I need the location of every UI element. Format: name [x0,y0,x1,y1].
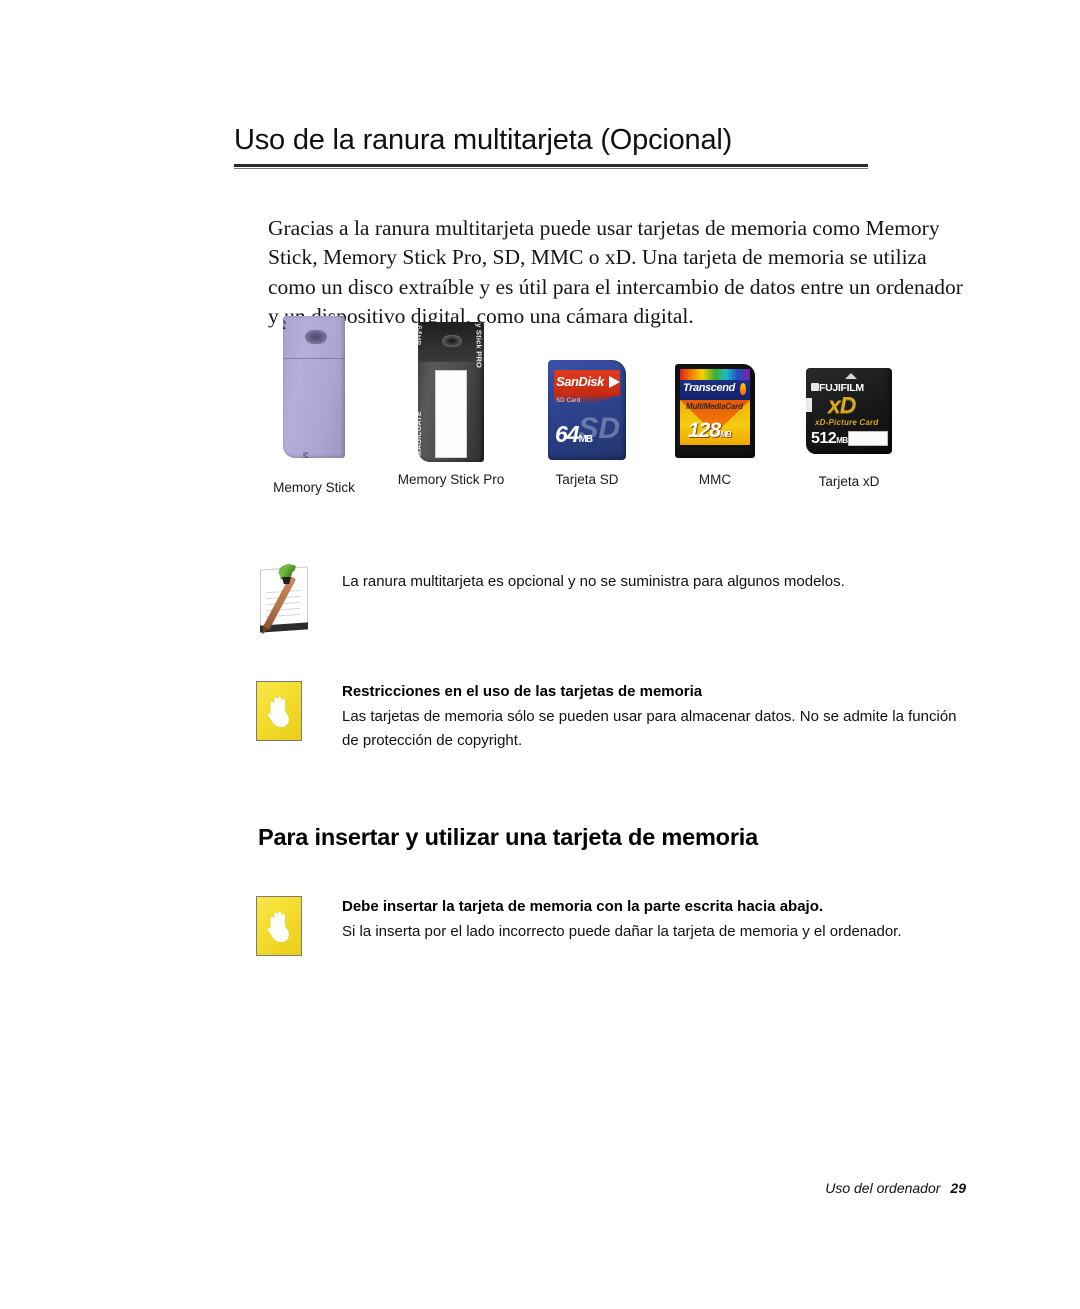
multimediacard-label: MultiMediaCard [686,402,743,411]
notice-optional-slot: La ranura multitarjeta es opcional y no … [256,562,976,636]
notice-restrictions: Restricciones en el uso de las tarjetas … [256,681,976,753]
transcend-brand: Transcend [683,382,735,394]
card-label-mmc: MMC [698,472,732,487]
xd-orientation-arrow-icon [845,373,857,379]
memory-card-gallery: SONY 64MB Memory Stick Memory Stick SONY… [255,316,955,516]
card-label-xd: Tarjeta xD [818,474,880,489]
notice-heading-insert-orientation: Debe insertar la tarjeta de memoria con … [342,898,824,915]
memory-stick-pro-image: SONY 64MB MAGICGATE Memory Stick PRO [418,322,484,462]
section-heading-insert-card: Para insertar y utilizar una tarjeta de … [258,824,758,850]
memory-stick-pro-capacity: 64MB [418,325,424,346]
notice-text-optional-slot: La ranura multitarjeta es opcional y no … [342,573,845,590]
fujifilm-mark-icon [811,383,819,391]
card-item-xd: FUJIFILM xD xD-Picture Card 512MB Tarjet… [783,368,915,489]
sd-card-sublabel: SD Card [556,398,581,404]
memory-stick-product-name: Memory Stick [301,452,310,458]
page-footer: Uso del ordenador 29 [825,1180,966,1196]
memory-stick-image: SONY 64MB Memory Stick [283,316,345,464]
transcend-flame-icon [740,383,746,395]
notice-heading-restrictions: Restricciones en el uso de las tarjetas … [342,683,703,700]
footer-page-number: 29 [950,1180,966,1196]
sd-card-image: SanDisk SD Card SD 64MB [548,360,626,460]
card-label-memory-stick-pro: Memory Stick Pro [397,472,505,487]
stop-hand-icon [256,896,302,956]
memory-stick-pro-product-name: Memory Stick PRO [474,322,483,368]
xd-logo: xD [828,392,856,418]
notice-insert-orientation: Debe insertar la tarjeta de memoria con … [256,896,976,956]
sandisk-brand: SanDisk [556,374,604,389]
intro-paragraph: Gracias a la ranura multitarjeta puede u… [268,215,963,329]
title-divider [234,164,868,169]
xd-picture-card-label: xD-Picture Card [815,418,879,427]
magicgate-label: MAGICGATE [418,411,423,456]
sd-capacity: 64MB [555,421,593,447]
mmc-card-image: Transcend MultiMediaCard 128MB [675,364,755,458]
sandisk-arrow-icon [609,376,620,388]
xd-capacity: 512MB [811,430,848,447]
card-label-sd: Tarjeta SD [555,472,619,487]
document-page: Uso de la ranura multitarjeta (Opcional)… [0,0,1080,1309]
notice-text-insert-orientation: Si la inserta por el lado incorrecto pue… [342,923,902,940]
card-item-sd: SanDisk SD Card SD 64MB Tarjeta SD [527,360,647,487]
memory-stick-brand: SONY [335,316,342,319]
sony-emblem-icon [305,330,327,344]
sony-emblem-icon [442,335,462,347]
card-label-memory-stick: Memory Stick [273,480,355,495]
page-title: Uso de la ranura multitarjeta (Opcional) [234,124,733,156]
card-item-memory-stick-pro: SONY 64MB MAGICGATE Memory Stick PRO Mem… [377,322,525,487]
notice-text-restrictions: Las tarjetas de memoria sólo se pueden u… [342,708,957,749]
notepad-icon [256,562,314,636]
title-block: Uso de la ranura multitarjeta (Opcional) [234,122,868,169]
card-item-mmc: Transcend MultiMediaCard 128MB MMC [655,364,775,487]
memory-stick-capacity: 64MB [283,320,287,331]
xd-card-image: FUJIFILM xD xD-Picture Card 512MB [806,368,892,454]
card-item-memory-stick: SONY 64MB Memory Stick Memory Stick [255,316,373,495]
stop-hand-icon [256,681,302,741]
mmc-capacity: 128MB [688,419,732,442]
footer-chapter: Uso del ordenador [825,1180,941,1196]
